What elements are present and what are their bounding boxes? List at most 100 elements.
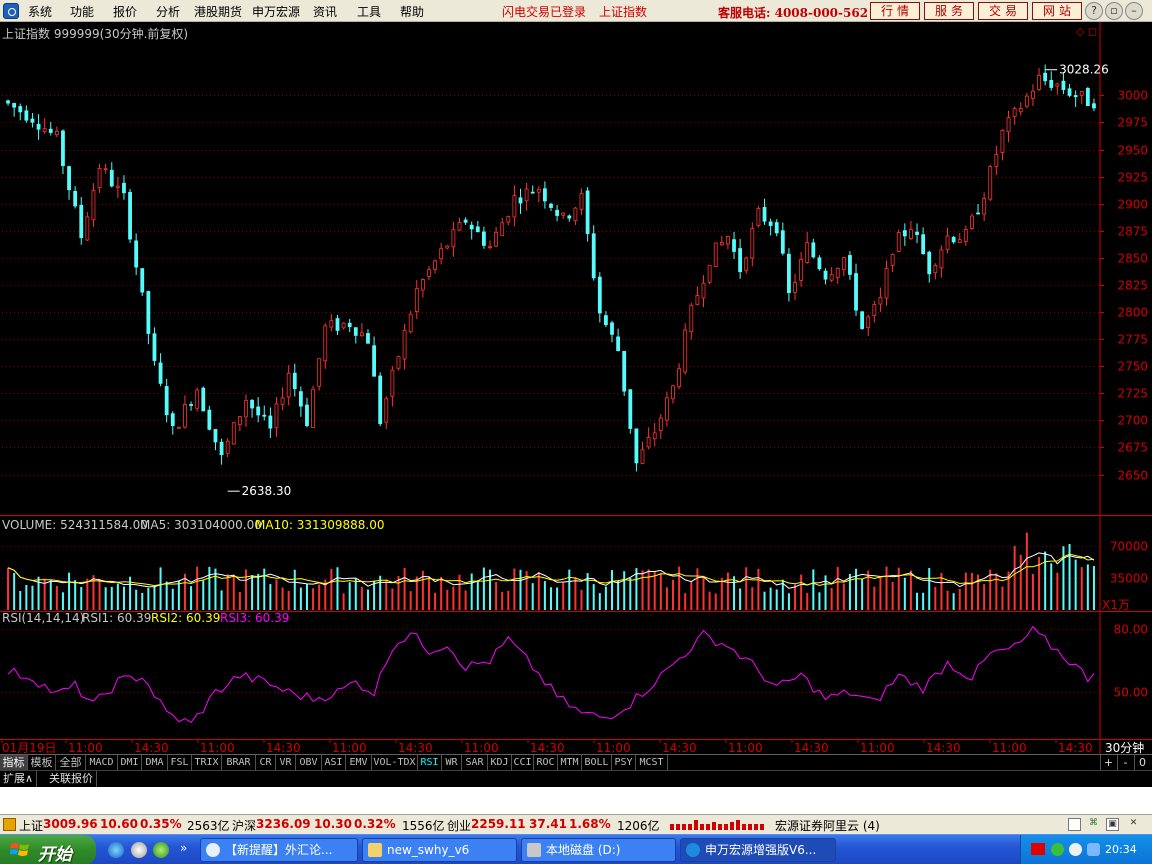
candle-body bbox=[982, 198, 987, 215]
indicator-tab-obv[interactable]: OBV bbox=[296, 755, 322, 770]
sh-label[interactable]: 上证 bbox=[19, 817, 43, 834]
indicator-tab-macd[interactable]: MACD bbox=[86, 755, 118, 770]
indicator-tab-vol-tdx[interactable]: VOL-TDX bbox=[372, 755, 418, 770]
menu-analysis[interactable]: 分析 bbox=[156, 3, 180, 20]
indicator-tab-dmi[interactable]: DMI bbox=[118, 755, 142, 770]
restore-icon[interactable]: ▫ bbox=[1105, 2, 1123, 20]
sz-label[interactable]: 沪深 bbox=[232, 817, 256, 834]
candle-body bbox=[878, 296, 883, 305]
index-link[interactable]: 上证指数 bbox=[599, 3, 647, 20]
quicklaunch-icon[interactable] bbox=[153, 842, 169, 858]
strength-bar bbox=[718, 824, 722, 830]
menu-news[interactable]: 资讯 bbox=[313, 3, 337, 20]
menu-system[interactable]: 系统 bbox=[28, 3, 52, 20]
indicator-tab-vr[interactable]: VR bbox=[276, 755, 296, 770]
menu-hk-futures[interactable]: 港股期货 bbox=[194, 3, 242, 20]
candle-body bbox=[262, 414, 267, 417]
update-icon[interactable] bbox=[1069, 843, 1082, 856]
candle-body bbox=[134, 240, 139, 268]
indicator-tab-模板[interactable]: 模板 bbox=[28, 755, 56, 770]
kline-chart[interactable]: 2650 2675 2700 2725 2750 2775 2800 2825 2850 2875… bbox=[0, 22, 1152, 755]
indicator-tab-kdj[interactable]: KDJ bbox=[488, 755, 512, 770]
indicator-tab-trix[interactable]: TRIX bbox=[192, 755, 222, 770]
indicator-tab-指标[interactable]: 指标 bbox=[0, 755, 28, 770]
broker-server[interactable]: 宏源证券阿里云 (4) bbox=[775, 817, 880, 834]
menu-function[interactable]: 功能 bbox=[70, 3, 94, 20]
info-panel bbox=[0, 787, 1152, 814]
period-label: 30分钟 bbox=[1105, 740, 1144, 754]
related-quote-tab[interactable]: 关联报价 bbox=[46, 771, 97, 787]
expand-button[interactable]: 扩展∧ bbox=[0, 771, 38, 787]
volume-tick-label: 70000 bbox=[1110, 540, 1148, 554]
price-tick-label: 2875 bbox=[1117, 225, 1148, 239]
strength-bar bbox=[736, 820, 740, 830]
candle-body bbox=[6, 100, 10, 104]
flag-icon[interactable] bbox=[1031, 843, 1045, 855]
candle-body bbox=[1055, 83, 1060, 87]
indicator-tab-emv[interactable]: EMV bbox=[346, 755, 372, 770]
cy-label[interactable]: 创业 bbox=[447, 817, 471, 834]
task-forum[interactable]: 【新提醒】外汇论... bbox=[200, 838, 358, 862]
candle-body bbox=[48, 128, 53, 133]
service-button[interactable]: 服务 bbox=[924, 2, 974, 20]
market-button[interactable]: 行情 bbox=[870, 2, 920, 20]
indicator-tab-mtm[interactable]: MTM bbox=[558, 755, 582, 770]
candle-body bbox=[683, 329, 688, 373]
menu-quote[interactable]: 报价 bbox=[113, 3, 137, 20]
indicator-tab-rsi[interactable]: RSI bbox=[418, 755, 442, 770]
network-icon[interactable] bbox=[1051, 843, 1064, 856]
indicator-tab-cr[interactable]: CR bbox=[256, 755, 276, 770]
task-trading-app[interactable]: 申万宏源增强版V6... bbox=[680, 838, 836, 862]
menu-swhy[interactable]: 申万宏源 bbox=[252, 3, 300, 20]
trade-button[interactable]: 交易 bbox=[978, 2, 1028, 20]
candle-body bbox=[347, 322, 352, 328]
indicator-tab-roc[interactable]: ROC bbox=[534, 755, 558, 770]
indicator-tab-sar[interactable]: SAR bbox=[462, 755, 488, 770]
chart-area[interactable]: 2650 2675 2700 2725 2750 2775 2800 2825 2850 2875… bbox=[0, 22, 1152, 755]
indicator-tab-cci[interactable]: CCI bbox=[512, 755, 534, 770]
indicator-tab-wr[interactable]: WR bbox=[442, 755, 462, 770]
browser-icon[interactable] bbox=[131, 842, 147, 858]
sz-pct: 0.32% bbox=[354, 817, 396, 831]
rsi-series bbox=[7, 625, 1095, 724]
indicator-tab-asi[interactable]: ASI bbox=[322, 755, 346, 770]
close-icon[interactable]: ✕ bbox=[1127, 818, 1140, 831]
volume-series bbox=[7, 532, 1095, 610]
indicator-tab-brar[interactable]: BRAR bbox=[222, 755, 256, 770]
ie-icon[interactable] bbox=[108, 842, 124, 858]
indicator-tab-boll[interactable]: BOLL bbox=[582, 755, 612, 770]
task-drive[interactable]: 本地磁盘 (D:) bbox=[521, 838, 676, 862]
candle-body bbox=[231, 422, 236, 445]
window-icon[interactable] bbox=[1068, 818, 1081, 831]
indicator-tab-fsl[interactable]: FSL bbox=[168, 755, 192, 770]
candle-body bbox=[1006, 117, 1011, 133]
candle-body bbox=[1085, 88, 1090, 107]
candle-body bbox=[811, 242, 816, 258]
quicklaunch-more-icon[interactable]: » bbox=[180, 841, 187, 855]
indicator-tab-mcst[interactable]: MCST bbox=[636, 755, 668, 770]
shield-icon[interactable] bbox=[1087, 843, 1100, 856]
chart-corner-icons[interactable]: ◇ ◻ bbox=[1076, 25, 1097, 38]
menu-help[interactable]: 帮助 bbox=[400, 3, 424, 20]
task-folder[interactable]: new_swhy_v6 bbox=[362, 838, 517, 862]
menu-tools[interactable]: 工具 bbox=[357, 3, 381, 20]
lock-icon[interactable]: ▣ bbox=[1106, 818, 1119, 831]
reset-button[interactable]: 0 bbox=[1134, 755, 1150, 770]
zoom-out-button[interactable]: - bbox=[1117, 755, 1133, 770]
indicator-tab-psy[interactable]: PSY bbox=[612, 755, 636, 770]
minimize-icon[interactable]: – bbox=[1125, 2, 1143, 20]
help-icon[interactable]: ? bbox=[1085, 2, 1103, 20]
signal-icon[interactable]: ⌘ bbox=[1087, 818, 1100, 831]
status-lock-icon[interactable] bbox=[3, 818, 16, 831]
app-logo-icon[interactable] bbox=[3, 3, 19, 19]
zoom-in-button[interactable]: + bbox=[1100, 755, 1116, 770]
candle-body bbox=[805, 242, 810, 263]
start-button[interactable]: 开始 bbox=[0, 835, 96, 864]
candle-body bbox=[988, 166, 993, 200]
indicator-tab-dma[interactable]: DMA bbox=[142, 755, 168, 770]
website-button[interactable]: 网站 bbox=[1032, 2, 1082, 20]
sh-amount: 2563亿 bbox=[187, 819, 230, 833]
flash-trade-status[interactable]: 闪电交易已登录 bbox=[502, 3, 586, 20]
indicator-tab-全部[interactable]: 全部 bbox=[56, 755, 86, 770]
candle-body bbox=[18, 106, 23, 113]
